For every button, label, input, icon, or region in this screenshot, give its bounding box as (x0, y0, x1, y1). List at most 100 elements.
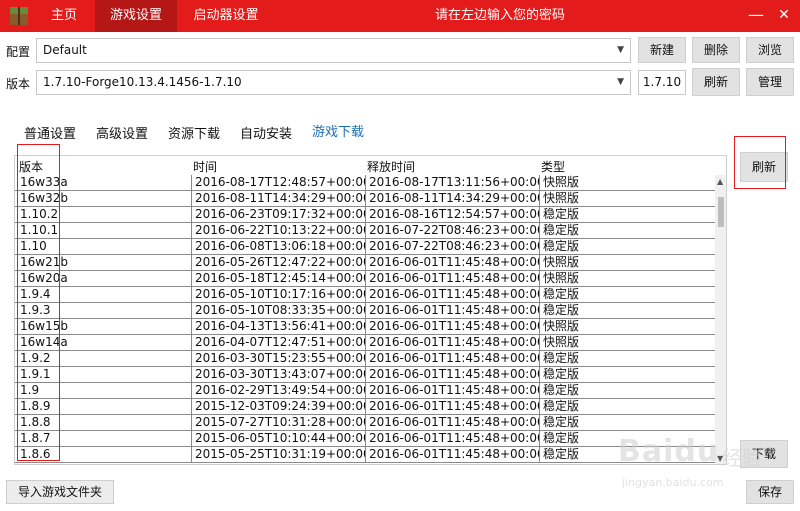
version-cell: 1.8.7 (17, 431, 192, 446)
delete-button[interactable]: 删除 (692, 37, 740, 63)
minecraft-block-icon (10, 7, 28, 25)
table-row[interactable]: 1.9.1 2016-03-30T13:43:07+00:00 2016-06-01… (15, 367, 715, 383)
chevron-down-icon: ▼ (617, 45, 624, 55)
version-cell: 16w32b (17, 191, 192, 206)
table-row[interactable]: 1.8.7 2015-06-05T10:10:44+00:00 2016-06-01… (15, 431, 715, 447)
release-time-cell: 2016-07-22T08:46:23+00:00 (366, 239, 540, 254)
table-row[interactable]: 16w15b 2016-04-13T13:56:41+00:00 2016-06-0… (15, 319, 715, 335)
table-row[interactable]: 16w32b 2016-08-11T14:34:29+00:00 2016-08-1… (15, 191, 715, 207)
type-cell: 稳定版 (543, 383, 580, 397)
time-cell: 2016-05-10T08:33:35+00:00 (192, 303, 366, 318)
table-row[interactable]: 1.9 2016-02-29T13:49:54+00:00 2016-06-01T1… (15, 383, 715, 399)
type-cell: 稳定版 (543, 399, 580, 413)
version-cell: 16w14a (17, 335, 192, 350)
new-button[interactable]: 新建 (638, 37, 686, 63)
refresh-version-button[interactable]: 刷新 (692, 68, 740, 96)
table-row[interactable]: 1.9.3 2016-05-10T08:33:35+00:00 2016-06-01… (15, 303, 715, 319)
table-row[interactable]: 16w21b 2016-05-26T12:47:22+00:00 2016-06-0… (15, 255, 715, 271)
type-cell: 快照版 (543, 255, 580, 269)
close-button[interactable]: ✕ (770, 0, 798, 32)
type-cell: 稳定版 (543, 207, 580, 221)
release-time-cell: 2016-06-01T11:45:48+00:00 (366, 447, 540, 462)
release-time-cell: 2016-06-01T11:45:48+00:00 (366, 255, 540, 270)
table-row[interactable]: 1.9.4 2016-05-10T10:17:16+00:00 2016-06-01… (15, 287, 715, 303)
table-row[interactable]: 16w14a 2016-04-07T12:47:51+00:00 2016-06-0… (15, 335, 715, 351)
time-cell: 2016-06-23T09:17:32+00:00 (192, 207, 366, 222)
release-time-cell: 2016-08-16T12:54:57+00:00 (366, 207, 540, 222)
table-row[interactable]: 1.10 2016-06-08T13:06:18+00:00 2016-07-22T… (15, 239, 715, 255)
tab-launcher-settings[interactable]: 启动器设置 (183, 0, 269, 32)
header-version[interactable]: 版本 (19, 158, 43, 175)
config-select-value: Default (43, 43, 87, 57)
version-cell: 16w21b (17, 255, 192, 270)
table-row[interactable]: 16w33a 2016-08-17T12:48:57+00:00 2016-08-1… (15, 175, 715, 191)
table-row[interactable]: 1.9.2 2016-03-30T15:23:55+00:00 2016-06-01… (15, 351, 715, 367)
table-scrollbar[interactable]: ▲ ▼ (715, 175, 726, 464)
config-select[interactable]: Default ▼ (36, 38, 631, 63)
tab-home[interactable]: 主页 (40, 0, 88, 32)
version-cell: 1.8.9 (17, 399, 192, 414)
watermark-suffix: 经验 (722, 446, 762, 470)
time-cell: 2016-06-08T13:06:18+00:00 (192, 239, 366, 254)
tab-game-settings[interactable]: 游戏设置 (95, 0, 177, 32)
release-time-cell: 2016-08-11T14:34:29+00:00 (366, 191, 540, 206)
header-release-time[interactable]: 释放时间 (367, 158, 415, 175)
table-row[interactable]: 1.10.2 2016-06-23T09:17:32+00:00 2016-08-1… (15, 207, 715, 223)
import-game-folder-button[interactable]: 导入游戏文件夹 (6, 480, 114, 504)
type-cell: 稳定版 (543, 239, 580, 253)
browse-button[interactable]: 浏览 (746, 37, 794, 63)
type-cell: 稳定版 (543, 287, 580, 301)
window-title: 请在左边输入您的密码 (434, 8, 565, 23)
release-time-cell: 2016-06-01T11:45:48+00:00 (366, 383, 540, 398)
time-cell: 2016-04-07T12:47:51+00:00 (192, 335, 366, 350)
type-cell: 快照版 (543, 271, 580, 285)
version-cell: 1.8.6 (17, 447, 192, 462)
release-time-cell: 2016-06-01T11:45:48+00:00 (366, 319, 540, 334)
baidu-jingyan-watermark: Baidu 经验 jingyan.baidu.com (612, 430, 792, 500)
header-type[interactable]: 类型 (541, 158, 565, 175)
manage-button[interactable]: 管理 (746, 68, 794, 96)
type-cell: 稳定版 (543, 431, 580, 445)
time-cell: 2016-05-18T12:45:14+00:00 (192, 271, 366, 286)
table-row[interactable]: 1.10.1 2016-06-22T10:13:22+00:00 2016-07-2… (15, 223, 715, 239)
type-cell: 快照版 (543, 175, 580, 189)
table-row[interactable]: 1.8.8 2015-07-27T10:31:28+00:00 2016-06-01… (15, 415, 715, 431)
subtab-general-settings[interactable]: 普通设置 (24, 123, 76, 142)
version-table[interactable]: 版本 时间 释放时间 类型 16w33a 2016-08-17T12:48:57+… (14, 155, 727, 465)
type-cell: 快照版 (543, 335, 580, 349)
scroll-thumb[interactable] (718, 197, 724, 227)
version-cell: 1.9 (17, 383, 192, 398)
table-row[interactable]: 16w20a 2016-05-18T12:45:14+00:00 2016-06-0… (15, 271, 715, 287)
table-row[interactable]: 1.8.6 2015-05-25T10:31:19+00:00 2016-06-01… (15, 447, 715, 463)
time-cell: 2016-04-13T13:56:41+00:00 (192, 319, 366, 334)
version-select-value: 1.7.10-Forge10.13.4.1456-1.7.10 (43, 75, 242, 89)
release-time-cell: 2016-06-01T11:45:48+00:00 (366, 287, 540, 302)
time-cell: 2016-08-17T12:48:57+00:00 (192, 175, 366, 190)
version-cell: 1.8.8 (17, 415, 192, 430)
subtab-advanced-settings[interactable]: 高级设置 (96, 123, 148, 142)
title-bar: 主页 游戏设置 启动器设置 请在左边输入您的密码 — ✕ (0, 0, 800, 32)
version-cell: 16w15b (17, 319, 192, 334)
version-label: 版本 (6, 77, 31, 91)
table-body: 16w33a 2016-08-17T12:48:57+00:00 2016-08-1… (15, 175, 715, 463)
type-cell: 稳定版 (543, 223, 580, 237)
subtab-auto-install[interactable]: 自动安装 (240, 123, 292, 142)
minimize-button[interactable]: — (742, 0, 770, 32)
version-cell: 1.10 (17, 239, 192, 254)
release-time-cell: 2016-06-01T11:45:48+00:00 (366, 415, 540, 430)
subtab-resource-download[interactable]: 资源下载 (168, 123, 220, 142)
refresh-list-button[interactable]: 刷新 (740, 152, 788, 182)
version-select[interactable]: 1.7.10-Forge10.13.4.1456-1.7.10 ▼ (36, 70, 631, 95)
table-header: 版本 时间 释放时间 类型 (15, 156, 715, 175)
time-cell: 2016-05-26T12:47:22+00:00 (192, 255, 366, 270)
version-number-field[interactable]: 1.7.10 (638, 70, 686, 95)
watermark-url: jingyan.baidu.com (622, 476, 724, 489)
scroll-up-icon[interactable]: ▲ (717, 177, 723, 186)
version-cell: 16w20a (17, 271, 192, 286)
table-row[interactable]: 1.8.9 2015-12-03T09:24:39+00:00 2016-06-01… (15, 399, 715, 415)
type-cell: 稳定版 (543, 447, 580, 461)
version-cell: 1.9.4 (17, 287, 192, 302)
type-cell: 稳定版 (543, 367, 580, 381)
subtab-game-download[interactable]: 游戏下载 (312, 121, 364, 140)
header-time[interactable]: 时间 (193, 158, 217, 175)
